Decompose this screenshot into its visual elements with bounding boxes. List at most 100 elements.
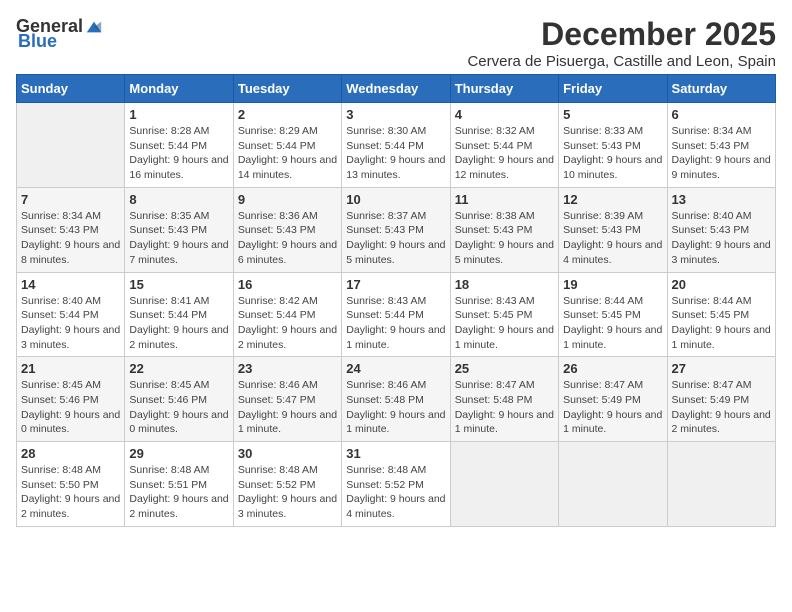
calendar-header: SundayMondayTuesdayWednesdayThursdayFrid… <box>17 75 776 103</box>
calendar-cell: 30 Sunrise: 8:48 AMSunset: 5:52 PMDayligh… <box>233 442 341 527</box>
day-number: 31 <box>346 446 445 461</box>
day-number: 20 <box>672 277 771 292</box>
day-info: Sunrise: 8:47 AMSunset: 5:48 PMDaylight:… <box>455 378 554 437</box>
calendar-cell: 24Sunrise: 8:46 AMSunset: 5:48 PMDayligh… <box>342 357 450 442</box>
day-number: 16 <box>238 277 337 292</box>
day-number: 14 <box>21 277 120 292</box>
calendar-cell: 23Sunrise: 8:46 AMSunset: 5:47 PMDayligh… <box>233 357 341 442</box>
calendar-cell: 2Sunrise: 8:29 AMSunset: 5:44 PMDaylight… <box>233 103 341 188</box>
calendar-cell <box>667 442 775 527</box>
day-number: 5 <box>563 107 662 122</box>
day-number: 29 <box>129 446 228 461</box>
day-number: 8 <box>129 192 228 207</box>
day-info: Sunrise: 8:30 AMSunset: 5:44 PMDaylight:… <box>346 124 445 183</box>
calendar-cell: 6 Sunrise: 8:34 AMSunset: 5:43 PMDaylight… <box>667 103 775 188</box>
calendar-cell: 15 Sunrise: 8:41 AMSunset: 5:44 PMDayligh… <box>125 272 233 357</box>
page-header: General Blue December 2025 Cervera de Pi… <box>16 16 776 70</box>
day-number: 28 <box>21 446 120 461</box>
calendar-cell: 19Sunrise: 8:44 AMSunset: 5:45 PMDayligh… <box>559 272 667 357</box>
logo-icon <box>85 18 103 36</box>
day-number: 27 <box>672 361 771 376</box>
calendar-cell <box>450 442 558 527</box>
calendar-cell: 8 Sunrise: 8:35 AMSunset: 5:43 PMDaylight… <box>125 187 233 272</box>
day-number: 13 <box>672 192 771 207</box>
day-number: 1 <box>129 107 228 122</box>
calendar-cell: 5Sunrise: 8:33 AMSunset: 5:43 PMDaylight… <box>559 103 667 188</box>
calendar-cell: 14 Sunrise: 8:40 AMSunset: 5:44 PMDayligh… <box>17 272 125 357</box>
day-info: Sunrise: 8:48 AMSunset: 5:50 PMDaylight:… <box>21 463 120 522</box>
day-info: Sunrise: 8:48 AMSunset: 5:52 PMDaylight:… <box>346 463 445 522</box>
day-number: 7 <box>21 192 120 207</box>
day-info: Sunrise: 8:47 AMSunset: 5:49 PMDaylight:… <box>672 378 771 437</box>
day-info: Sunrise: 8:48 AMSunset: 5:51 PMDaylight:… <box>129 463 228 522</box>
day-info: Sunrise: 8:36 AMSunset: 5:43 PMDaylight:… <box>238 209 337 268</box>
day-info: Sunrise: 8:45 AMSunset: 5:46 PMDaylight:… <box>21 378 120 437</box>
calendar-cell: 4Sunrise: 8:32 AMSunset: 5:44 PMDaylight… <box>450 103 558 188</box>
calendar-cell: 22 Sunrise: 8:45 AMSunset: 5:46 PMDayligh… <box>125 357 233 442</box>
calendar-cell: 25 Sunrise: 8:47 AMSunset: 5:48 PMDayligh… <box>450 357 558 442</box>
calendar-cell: 11 Sunrise: 8:38 AMSunset: 5:43 PMDayligh… <box>450 187 558 272</box>
day-info: Sunrise: 8:48 AMSunset: 5:52 PMDaylight:… <box>238 463 337 522</box>
day-number: 9 <box>238 192 337 207</box>
calendar-cell: 7 Sunrise: 8:34 AMSunset: 5:43 PMDaylight… <box>17 187 125 272</box>
day-info: Sunrise: 8:39 AMSunset: 5:43 PMDaylight:… <box>563 209 662 268</box>
day-info: Sunrise: 8:47 AMSunset: 5:49 PMDaylight:… <box>563 378 662 437</box>
day-number: 6 <box>672 107 771 122</box>
calendar-table: SundayMondayTuesdayWednesdayThursdayFrid… <box>16 74 776 527</box>
day-number: 18 <box>455 277 554 292</box>
day-number: 10 <box>346 192 445 207</box>
day-info: Sunrise: 8:38 AMSunset: 5:43 PMDaylight:… <box>455 209 554 268</box>
calendar-cell: 3 Sunrise: 8:30 AMSunset: 5:44 PMDaylight… <box>342 103 450 188</box>
day-info: Sunrise: 8:34 AMSunset: 5:43 PMDaylight:… <box>672 124 771 183</box>
day-number: 15 <box>129 277 228 292</box>
main-title: December 2025 <box>467 16 776 53</box>
day-info: Sunrise: 8:29 AMSunset: 5:44 PMDaylight:… <box>238 124 337 183</box>
day-number: 21 <box>21 361 120 376</box>
day-info: Sunrise: 8:34 AMSunset: 5:43 PMDaylight:… <box>21 209 120 268</box>
calendar-cell: 27 Sunrise: 8:47 AMSunset: 5:49 PMDayligh… <box>667 357 775 442</box>
day-number: 22 <box>129 361 228 376</box>
day-number: 30 <box>238 446 337 461</box>
calendar-cell: 12 Sunrise: 8:39 AMSunset: 5:43 PMDayligh… <box>559 187 667 272</box>
calendar-week-4: 21 Sunrise: 8:45 AMSunset: 5:46 PMDayligh… <box>17 357 776 442</box>
day-info: Sunrise: 8:28 AMSunset: 5:44 PMDaylight:… <box>129 124 228 183</box>
calendar-cell: 16Sunrise: 8:42 AMSunset: 5:44 PMDayligh… <box>233 272 341 357</box>
calendar-week-1: 1 Sunrise: 8:28 AMSunset: 5:44 PMDaylight… <box>17 103 776 188</box>
logo-blue: Blue <box>18 31 57 52</box>
day-number: 26 <box>563 361 662 376</box>
day-info: Sunrise: 8:46 AMSunset: 5:48 PMDaylight:… <box>346 378 445 437</box>
day-info: Sunrise: 8:35 AMSunset: 5:43 PMDaylight:… <box>129 209 228 268</box>
day-info: Sunrise: 8:44 AMSunset: 5:45 PMDaylight:… <box>672 294 771 353</box>
day-number: 23 <box>238 361 337 376</box>
subtitle: Cervera de Pisuerga, Castille and Leon, … <box>467 53 776 70</box>
calendar-cell: 28 Sunrise: 8:48 AMSunset: 5:50 PMDayligh… <box>17 442 125 527</box>
day-info: Sunrise: 8:45 AMSunset: 5:46 PMDaylight:… <box>129 378 228 437</box>
day-info: Sunrise: 8:32 AMSunset: 5:44 PMDaylight:… <box>455 124 554 183</box>
calendar-cell: 17Sunrise: 8:43 AMSunset: 5:44 PMDayligh… <box>342 272 450 357</box>
weekday-header-saturday: Saturday <box>667 75 775 103</box>
weekday-header-sunday: Sunday <box>17 75 125 103</box>
day-number: 19 <box>563 277 662 292</box>
day-info: Sunrise: 8:40 AMSunset: 5:43 PMDaylight:… <box>672 209 771 268</box>
weekday-header-thursday: Thursday <box>450 75 558 103</box>
calendar-cell: 10 Sunrise: 8:37 AMSunset: 5:43 PMDayligh… <box>342 187 450 272</box>
weekday-header-tuesday: Tuesday <box>233 75 341 103</box>
day-info: Sunrise: 8:40 AMSunset: 5:44 PMDaylight:… <box>21 294 120 353</box>
day-info: Sunrise: 8:37 AMSunset: 5:43 PMDaylight:… <box>346 209 445 268</box>
calendar-cell <box>17 103 125 188</box>
day-number: 3 <box>346 107 445 122</box>
day-info: Sunrise: 8:43 AMSunset: 5:45 PMDaylight:… <box>455 294 554 353</box>
calendar-cell: 31 Sunrise: 8:48 AMSunset: 5:52 PMDayligh… <box>342 442 450 527</box>
day-number: 12 <box>563 192 662 207</box>
calendar-cell: 9 Sunrise: 8:36 AMSunset: 5:43 PMDaylight… <box>233 187 341 272</box>
calendar-cell <box>559 442 667 527</box>
weekday-header-monday: Monday <box>125 75 233 103</box>
calendar-cell: 18 Sunrise: 8:43 AMSunset: 5:45 PMDayligh… <box>450 272 558 357</box>
day-info: Sunrise: 8:41 AMSunset: 5:44 PMDaylight:… <box>129 294 228 353</box>
title-block: December 2025 Cervera de Pisuerga, Casti… <box>467 16 776 70</box>
day-info: Sunrise: 8:43 AMSunset: 5:44 PMDaylight:… <box>346 294 445 353</box>
day-number: 25 <box>455 361 554 376</box>
weekday-header-friday: Friday <box>559 75 667 103</box>
weekday-header-wednesday: Wednesday <box>342 75 450 103</box>
day-number: 11 <box>455 192 554 207</box>
